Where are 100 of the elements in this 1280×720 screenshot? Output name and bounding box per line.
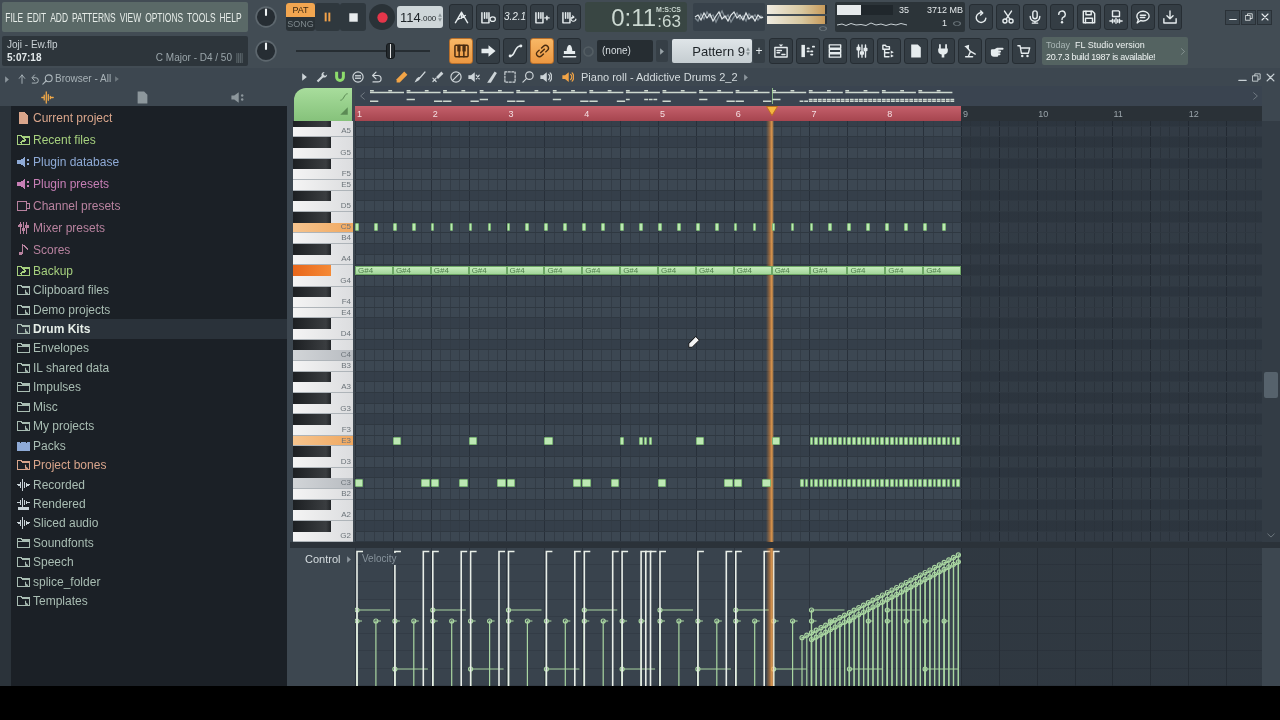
menu-item[interactable]: TOOLS xyxy=(187,10,216,24)
restore-button[interactable] xyxy=(1241,9,1256,25)
countdown-button[interactable]: 3.2.1 xyxy=(503,4,527,30)
cut-button[interactable] xyxy=(996,4,1020,30)
note[interactable] xyxy=(762,479,771,488)
curve-button[interactable] xyxy=(503,38,527,64)
scrollbar-thumb[interactable] xyxy=(1264,372,1278,398)
note[interactable] xyxy=(676,223,681,232)
document-icon[interactable] xyxy=(136,90,149,104)
blade-icon[interactable] xyxy=(486,71,498,83)
piano-key[interactable]: G2 xyxy=(293,531,353,542)
piano-key[interactable]: C3 xyxy=(293,478,353,489)
note[interactable] xyxy=(771,223,776,232)
piano-key[interactable]: C4 xyxy=(293,350,353,362)
timeline-ruler[interactable]: 1 2 3 4 5 6 7 8 9 10 11 12 xyxy=(355,106,1262,121)
channel-rack-button[interactable] xyxy=(823,38,847,64)
link-button[interactable] xyxy=(530,38,554,64)
hand-button[interactable] xyxy=(985,38,1009,64)
note[interactable] xyxy=(459,479,468,488)
help-button[interactable] xyxy=(1050,4,1074,30)
up-arrow-icon[interactable] xyxy=(18,74,26,84)
browser-item[interactable]: Drum Kits xyxy=(11,319,287,339)
note[interactable] xyxy=(468,223,473,232)
browser-button[interactable] xyxy=(877,38,901,64)
browser-item[interactable]: Packs xyxy=(11,435,287,456)
note[interactable] xyxy=(847,223,852,232)
control-label[interactable]: Control xyxy=(305,554,341,565)
close-icon[interactable] xyxy=(1266,72,1275,82)
undo-icon[interactable] xyxy=(370,71,382,83)
save-button[interactable] xyxy=(1077,4,1101,30)
note[interactable]: G#4 xyxy=(544,265,583,275)
note[interactable] xyxy=(695,436,705,445)
note[interactable]: G#4 xyxy=(885,265,924,275)
note[interactable] xyxy=(658,479,667,488)
vertical-scrollbar[interactable] xyxy=(1262,121,1280,542)
browser-item[interactable]: Misc xyxy=(11,397,287,417)
note[interactable]: G#4 xyxy=(771,265,810,275)
note[interactable]: G#4 xyxy=(430,265,469,275)
note[interactable] xyxy=(544,436,553,445)
piano-key[interactable]: E3 xyxy=(293,435,353,447)
export-button[interactable] xyxy=(1104,4,1128,30)
note[interactable] xyxy=(828,223,833,232)
piano-key[interactable]: E4 xyxy=(293,307,353,319)
browser-item[interactable]: Current project xyxy=(11,107,287,129)
restore-icon[interactable] xyxy=(1252,72,1261,82)
piano-key[interactable]: G3 xyxy=(293,403,353,415)
slider-thumb[interactable] xyxy=(386,43,395,59)
piano-key[interactable]: A2 xyxy=(293,510,353,521)
piano-key[interactable] xyxy=(293,414,353,426)
piano-key[interactable]: D3 xyxy=(293,457,353,468)
piano-key[interactable]: G5 xyxy=(293,147,353,159)
piano-key[interactable]: B2 xyxy=(293,488,353,500)
note[interactable]: G#4 xyxy=(923,265,961,275)
metronome-button[interactable] xyxy=(449,4,473,30)
note[interactable] xyxy=(392,436,402,445)
pen-cross-icon[interactable] xyxy=(432,71,444,83)
arrangement-dropdown[interactable]: (none) xyxy=(597,40,653,62)
note[interactable] xyxy=(639,223,643,232)
caret-icon[interactable] xyxy=(347,556,351,563)
browser-item[interactable]: Envelopes xyxy=(11,338,287,359)
wrench-icon[interactable] xyxy=(316,71,328,83)
menu-item[interactable]: OPTIONS xyxy=(145,10,184,24)
note[interactable] xyxy=(544,223,549,232)
piano-key[interactable] xyxy=(293,190,353,202)
note[interactable]: G#4 xyxy=(468,265,507,275)
pattern-selector[interactable]: Pattern 9 xyxy=(672,39,752,63)
piano-key[interactable] xyxy=(293,520,353,532)
menu-item[interactable]: ADD xyxy=(50,10,68,24)
mode-option[interactable]: SONG xyxy=(286,17,315,31)
piano-key[interactable]: D4 xyxy=(293,329,353,340)
piano-key[interactable] xyxy=(293,243,353,255)
note[interactable] xyxy=(506,223,511,232)
note[interactable] xyxy=(942,223,946,232)
note[interactable] xyxy=(355,223,359,232)
stamp-button[interactable] xyxy=(557,38,581,64)
magnet-icon[interactable] xyxy=(334,71,346,83)
wait-button[interactable] xyxy=(476,4,500,30)
piano-key[interactable]: C5 xyxy=(293,222,353,234)
dashed-square-icon[interactable] xyxy=(504,71,516,83)
piano-key[interactable]: E5 xyxy=(293,179,353,191)
piano-key[interactable]: F4 xyxy=(293,297,353,308)
circle-slash-icon[interactable] xyxy=(450,71,462,83)
note[interactable] xyxy=(430,223,435,232)
next-button[interactable] xyxy=(656,40,668,62)
note[interactable] xyxy=(449,223,454,232)
piano-key[interactable] xyxy=(293,499,353,511)
browser-item[interactable]: Speech xyxy=(11,552,287,572)
piano-key[interactable] xyxy=(293,137,353,148)
mixer-button[interactable] xyxy=(850,38,874,64)
pause-button[interactable] xyxy=(315,3,340,31)
note[interactable] xyxy=(885,223,889,232)
note[interactable] xyxy=(695,223,700,232)
note[interactable] xyxy=(771,436,781,445)
browser-item[interactable]: Clipboard files xyxy=(11,280,287,300)
note[interactable]: G#4 xyxy=(355,265,393,275)
piano-key[interactable] xyxy=(293,393,353,404)
piano-key[interactable] xyxy=(293,446,353,457)
note[interactable] xyxy=(468,436,478,445)
piano-key[interactable]: A3 xyxy=(293,382,353,394)
note[interactable] xyxy=(790,223,795,232)
